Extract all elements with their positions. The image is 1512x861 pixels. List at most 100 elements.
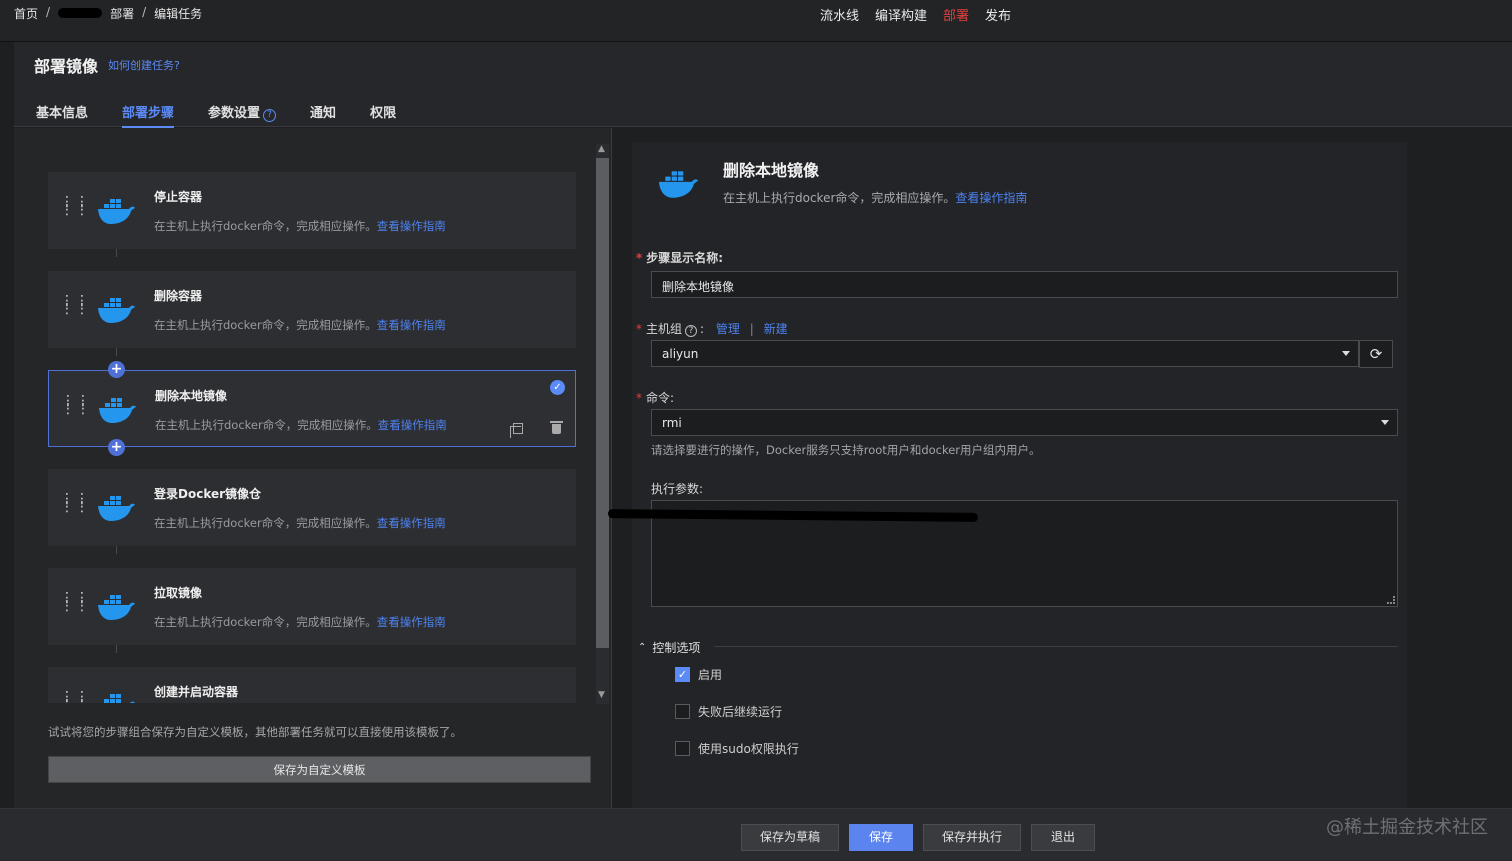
help-icon[interactable]: ? <box>685 325 698 337</box>
save-draft-button[interactable]: 保存为草稿 <box>741 824 839 851</box>
help-icon[interactable]: ? <box>263 109 277 122</box>
tab-notify[interactable]: 通知 <box>310 102 336 128</box>
docker-icon <box>98 595 135 620</box>
nav-deploy[interactable]: 部署 <box>943 5 969 24</box>
step-guide-link[interactable]: 查看操作指南 <box>377 615 446 629</box>
step-name-input[interactable]: 删除本地镜像 <box>651 271 1398 298</box>
step-card[interactable]: ⋮⋮ ⋮⋮ 登录Docker镜像仓 在主机上执行docker命令，完成相应操作。查看操… <box>48 469 576 546</box>
tab-params-label: 参数设置 <box>208 106 261 121</box>
checkbox[interactable] <box>675 741 690 756</box>
chevron-down-icon <box>1381 420 1389 425</box>
tab-basic-info[interactable]: 基本信息 <box>36 102 88 128</box>
step-guide-link[interactable]: 查看操作指南 <box>378 418 447 432</box>
control-options-title: 控制选项 <box>652 641 701 655</box>
option-enable[interactable]: ✓ 启用 <box>675 666 722 683</box>
tab-deploy-steps[interactable]: 部署步骤 <box>122 102 175 128</box>
step-guide-link[interactable]: 查看操作指南 <box>377 318 446 332</box>
page-title: 部署镜像 <box>34 57 99 76</box>
option-label: 失败后继续运行 <box>698 705 783 719</box>
drag-handle-icon[interactable]: ⋮⋮⋮⋮ <box>60 492 89 521</box>
step-name: 拉取镜像 <box>154 586 203 600</box>
step-description: 在主机上执行docker命令，完成相应操作。查看操作指南 <box>154 317 446 333</box>
add-step-icon[interactable]: + <box>108 439 125 456</box>
drag-handle-icon[interactable]: ⋮⋮⋮⋮ <box>60 591 89 620</box>
command-label-text: 命令: <box>646 391 675 405</box>
help-link[interactable]: 如何创建任务? <box>108 57 180 73</box>
refresh-icon[interactable]: ⟳ <box>1359 340 1393 368</box>
checkbox-checked[interactable]: ✓ <box>675 667 690 682</box>
save-button[interactable]: 保存 <box>849 824 913 851</box>
breadcrumb-deploy[interactable]: 部署 <box>110 5 134 22</box>
save-template-button[interactable]: 保存为自定义模板 <box>48 756 591 783</box>
drag-handle-icon[interactable]: ⋮⋮⋮⋮ <box>61 394 90 423</box>
checkbox[interactable] <box>675 704 690 719</box>
create-host-link[interactable]: 新建 <box>764 322 788 336</box>
nav-release[interactable]: 发布 <box>985 5 1011 24</box>
section-divider <box>714 646 1398 647</box>
step-name-label: * 步骤显示名称: <box>636 249 723 266</box>
params-textarea[interactable] <box>607 500 1398 607</box>
drag-handle-icon[interactable]: ⋮⋮⋮⋮ <box>60 294 89 323</box>
docker-icon <box>98 298 135 323</box>
command-hint: 请选择要进行的操作，Docker服务只支持root用户和docker用户组内用户… <box>651 443 1041 457</box>
drag-handle-icon[interactable]: ⋮⋮⋮⋮ <box>60 690 89 703</box>
scroll-up-icon[interactable]: ▲ <box>598 144 605 154</box>
option-sudo[interactable]: 使用sudo权限执行 <box>675 740 799 757</box>
resize-handle[interactable] <box>1387 596 1395 604</box>
step-card[interactable]: ⋮⋮⋮⋮创建并启动容器在主机上执行docker命令，完成相应操作。查看操作指南 <box>48 667 576 703</box>
step-card[interactable]: ⋮⋮ ⋮⋮ 删除容器 在主机上执行docker命令，完成相应操作。查看操作指南 <box>48 271 576 348</box>
command-select[interactable]: rmi <box>651 409 1398 436</box>
step-description: 在主机上执行docker命令，完成相应操作。查看操作指南 <box>154 218 446 234</box>
option-label: 启用 <box>698 668 723 682</box>
step-desc-text: 在主机上执行docker命令，完成相应操作。 <box>154 516 377 530</box>
control-options-toggle[interactable]: ⌃ 控制选项 <box>638 639 700 656</box>
watermark: @稀土掘金技术社区 <box>1326 817 1488 838</box>
breadcrumb-home[interactable]: 首页 <box>14 5 38 22</box>
scroll-down-icon[interactable]: ▼ <box>598 690 605 700</box>
tab-params[interactable]: 参数设置? <box>208 102 277 128</box>
docker-icon <box>99 398 136 423</box>
step-name: 删除本地镜像 <box>155 389 228 403</box>
copy-icon[interactable] <box>510 423 523 438</box>
command-label: * 命令: <box>636 389 674 406</box>
save-run-button[interactable]: 保存并执行 <box>923 824 1021 851</box>
trash-icon[interactable] <box>550 421 563 434</box>
step-guide-link[interactable]: 查看操作指南 <box>377 219 446 233</box>
host-label-text: 主机组 <box>646 322 683 336</box>
step-card[interactable]: ⋮⋮ ⋮⋮ 拉取镜像在主机上执行docker命令，完成相应操作。查看操作指南 <box>48 568 576 645</box>
steps-panel: ⋮⋮ ⋮⋮ 停止容器 在主机上执行docker命令，完成相应操作。查看操作指南 ⋮⋮ ⋮⋮… <box>14 128 611 808</box>
step-guide-link[interactable]: 查看操作指南 <box>377 516 446 530</box>
option-label: 使用sudo权限执行 <box>698 742 799 756</box>
nav-build[interactable]: 编译构建 <box>875 5 927 24</box>
redacted-mark <box>58 8 103 18</box>
nav-pipeline[interactable]: 流水线 <box>820 5 859 24</box>
docker-icon <box>658 171 699 198</box>
drag-handle-icon[interactable]: ⋮⋮⋮⋮ <box>60 195 89 224</box>
manage-link[interactable]: 管理 <box>716 322 740 336</box>
host-colon: : <box>700 322 705 336</box>
step-desc-text: 在主机上执行docker命令，完成相应操作。 <box>154 615 377 629</box>
step-name-label-text: 步骤显示名称: <box>646 251 724 265</box>
scrollbar-thumb[interactable] <box>596 158 609 648</box>
docker-icon <box>98 496 135 521</box>
step-card[interactable]: ⋮⋮ ⋮⋮ 停止容器 在主机上执行docker命令，完成相应操作。查看操作指南 <box>48 172 576 249</box>
tab-permission[interactable]: 权限 <box>370 102 396 128</box>
exit-button[interactable]: 退出 <box>1031 824 1095 851</box>
add-step-icon[interactable]: + <box>108 361 125 378</box>
option-continue-on-fail[interactable]: 失败后继续运行 <box>675 703 782 720</box>
step-desc-text: 在主机上执行docker命令，完成相应操作。 <box>155 418 378 432</box>
guide-link[interactable]: 查看操作指南 <box>955 191 1027 205</box>
params-label: 执行参数: <box>651 482 704 496</box>
template-tip: 试试将您的步骤组合保存为自定义模板，其他部署任务就可以直接使用该模板了。 <box>48 725 462 739</box>
breadcrumb: 首页 / 部署 / 编辑任务 <box>14 5 202 22</box>
docker-icon <box>98 199 135 224</box>
tab-bar: 基本信息 部署步骤 参数设置? 通知 权限 <box>36 102 396 128</box>
link-separator: | <box>749 322 754 336</box>
step-name: 创建并启动容器 <box>154 685 239 699</box>
docker-icon <box>104 694 135 703</box>
check-icon: ✓ <box>550 380 565 395</box>
step-card[interactable]: ⋮⋮ ⋮⋮ 删除本地镜像在主机上执行docker命令，完成相应操作。查看操作指南 ✓ <box>48 370 576 447</box>
page-header: 部署镜像 如何创建任务? 基本信息 部署步骤 参数设置? 通知 权限 <box>14 42 1512 128</box>
host-group-select[interactable]: aliyun <box>651 340 1359 367</box>
host-group-value: aliyun <box>662 347 699 361</box>
